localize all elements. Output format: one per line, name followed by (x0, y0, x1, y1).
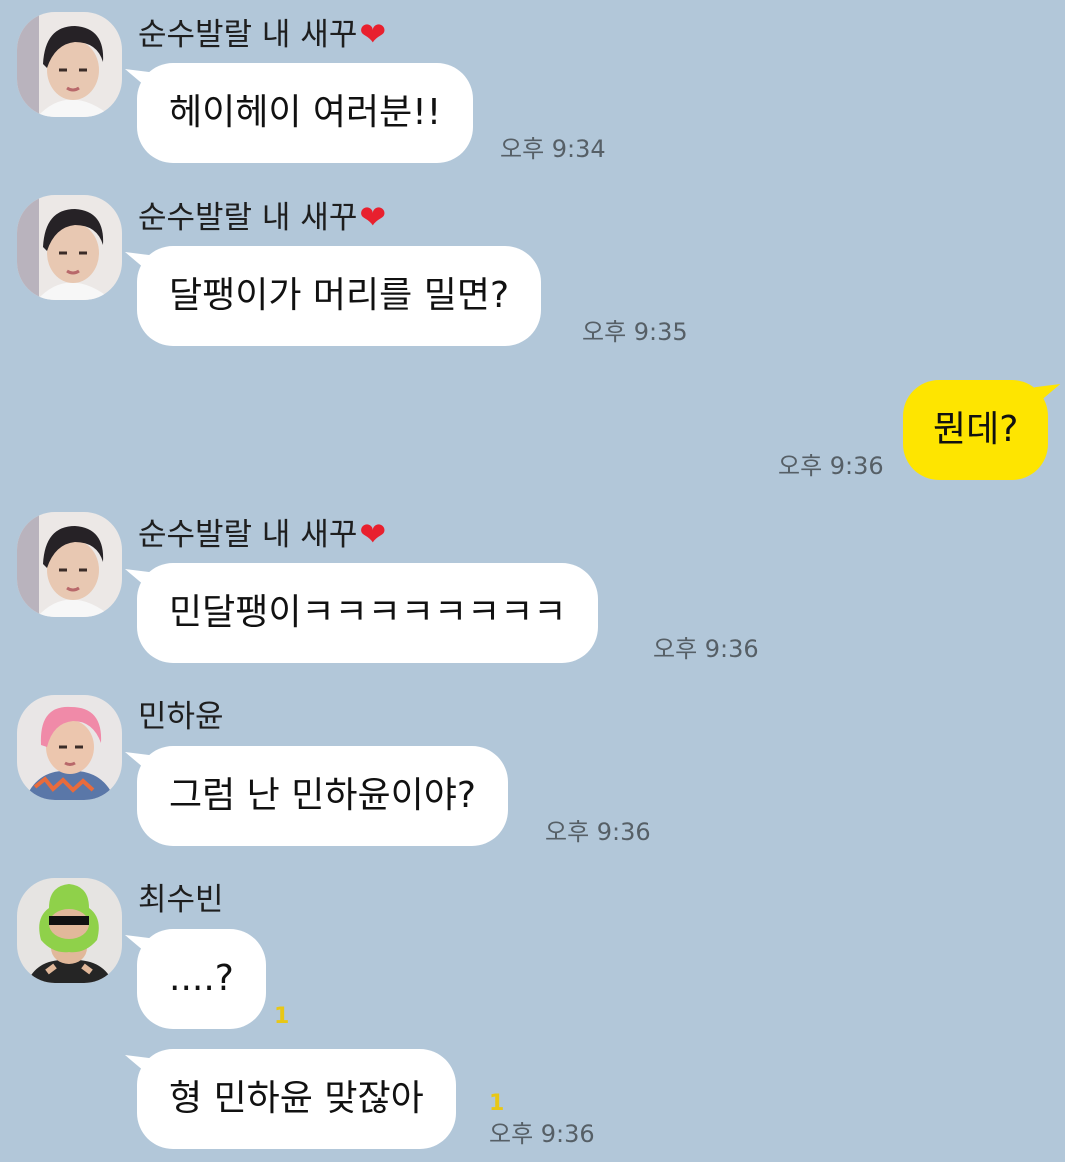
message-text: 민달팽이ㅋㅋㅋㅋㅋㅋㅋㅋ (169, 592, 567, 633)
profile-avatar-icon[interactable] (17, 695, 122, 800)
sender-name: 최수빈 (138, 880, 224, 920)
message-bubble[interactable]: 헤이헤이 여러분!! (137, 63, 474, 163)
dark-hair-profile-icon (17, 12, 122, 117)
message-text: ....? (169, 958, 234, 999)
message-time: 오후 9:35 (582, 318, 688, 346)
sender-name: 순수발랄 내 새꾸❤ (138, 197, 386, 237)
my-message-bubble[interactable]: 뭔데? (903, 380, 1049, 480)
sender-name-text: 순수발랄 내 새꾸 (138, 517, 358, 553)
sender-name-text: 최수빈 (138, 882, 224, 918)
heart-icon: ❤ (359, 198, 387, 236)
message-bubble[interactable]: 달팽이가 머리를 밀면? (137, 246, 542, 346)
message-text: 형 민하윤 맞잖아 (169, 1078, 424, 1119)
pink-hair-profile-icon (17, 695, 122, 800)
chat-room[interactable]: 순수발랄 내 새꾸❤ 헤이헤이 여러분!! 오후 9:34 순수발랄 내 새꾸❤… (0, 0, 1065, 1162)
message-time: 오후 9:36 (653, 635, 759, 663)
sender-name: 민하윤 (138, 697, 224, 737)
message-bubble[interactable]: 형 민하윤 맞잖아 (137, 1049, 456, 1149)
message-bubble[interactable]: 민달팽이ㅋㅋㅋㅋㅋㅋㅋㅋ (137, 563, 599, 663)
sender-name-text: 민하윤 (138, 699, 224, 735)
sender-name: 순수발랄 내 새꾸❤ (138, 14, 386, 54)
heart-icon: ❤ (359, 515, 387, 553)
heart-icon: ❤ (359, 15, 387, 53)
unread-count: 1 (274, 1004, 290, 1029)
message-bubble[interactable]: 그럼 난 민하윤이야? (137, 746, 508, 846)
profile-avatar-icon[interactable] (17, 512, 122, 617)
profile-avatar-icon[interactable] (17, 878, 122, 983)
dark-hair-profile-icon (17, 512, 122, 617)
sender-name-text: 순수발랄 내 새꾸 (138, 17, 358, 53)
message-text: 달팽이가 머리를 밀면? (169, 275, 510, 316)
message-time: 오후 9:36 (489, 1120, 595, 1148)
dark-hair-profile-icon (17, 195, 122, 300)
message-bubble[interactable]: ....? (137, 929, 266, 1029)
sender-name-text: 순수발랄 내 새꾸 (138, 200, 358, 236)
green-hat-profile-icon (17, 878, 122, 983)
message-text: 뭔데? (933, 409, 1019, 450)
sender-name: 순수발랄 내 새꾸❤ (138, 514, 386, 554)
message-time: 오후 9:36 (778, 452, 884, 480)
message-time: 오후 9:36 (545, 818, 651, 846)
unread-count: 1 (489, 1091, 505, 1116)
message-text: 그럼 난 민하윤이야? (169, 775, 476, 816)
profile-avatar-icon[interactable] (17, 195, 122, 300)
message-time: 오후 9:34 (500, 135, 606, 163)
message-text: 헤이헤이 여러분!! (169, 92, 442, 133)
profile-avatar-icon[interactable] (17, 12, 122, 117)
